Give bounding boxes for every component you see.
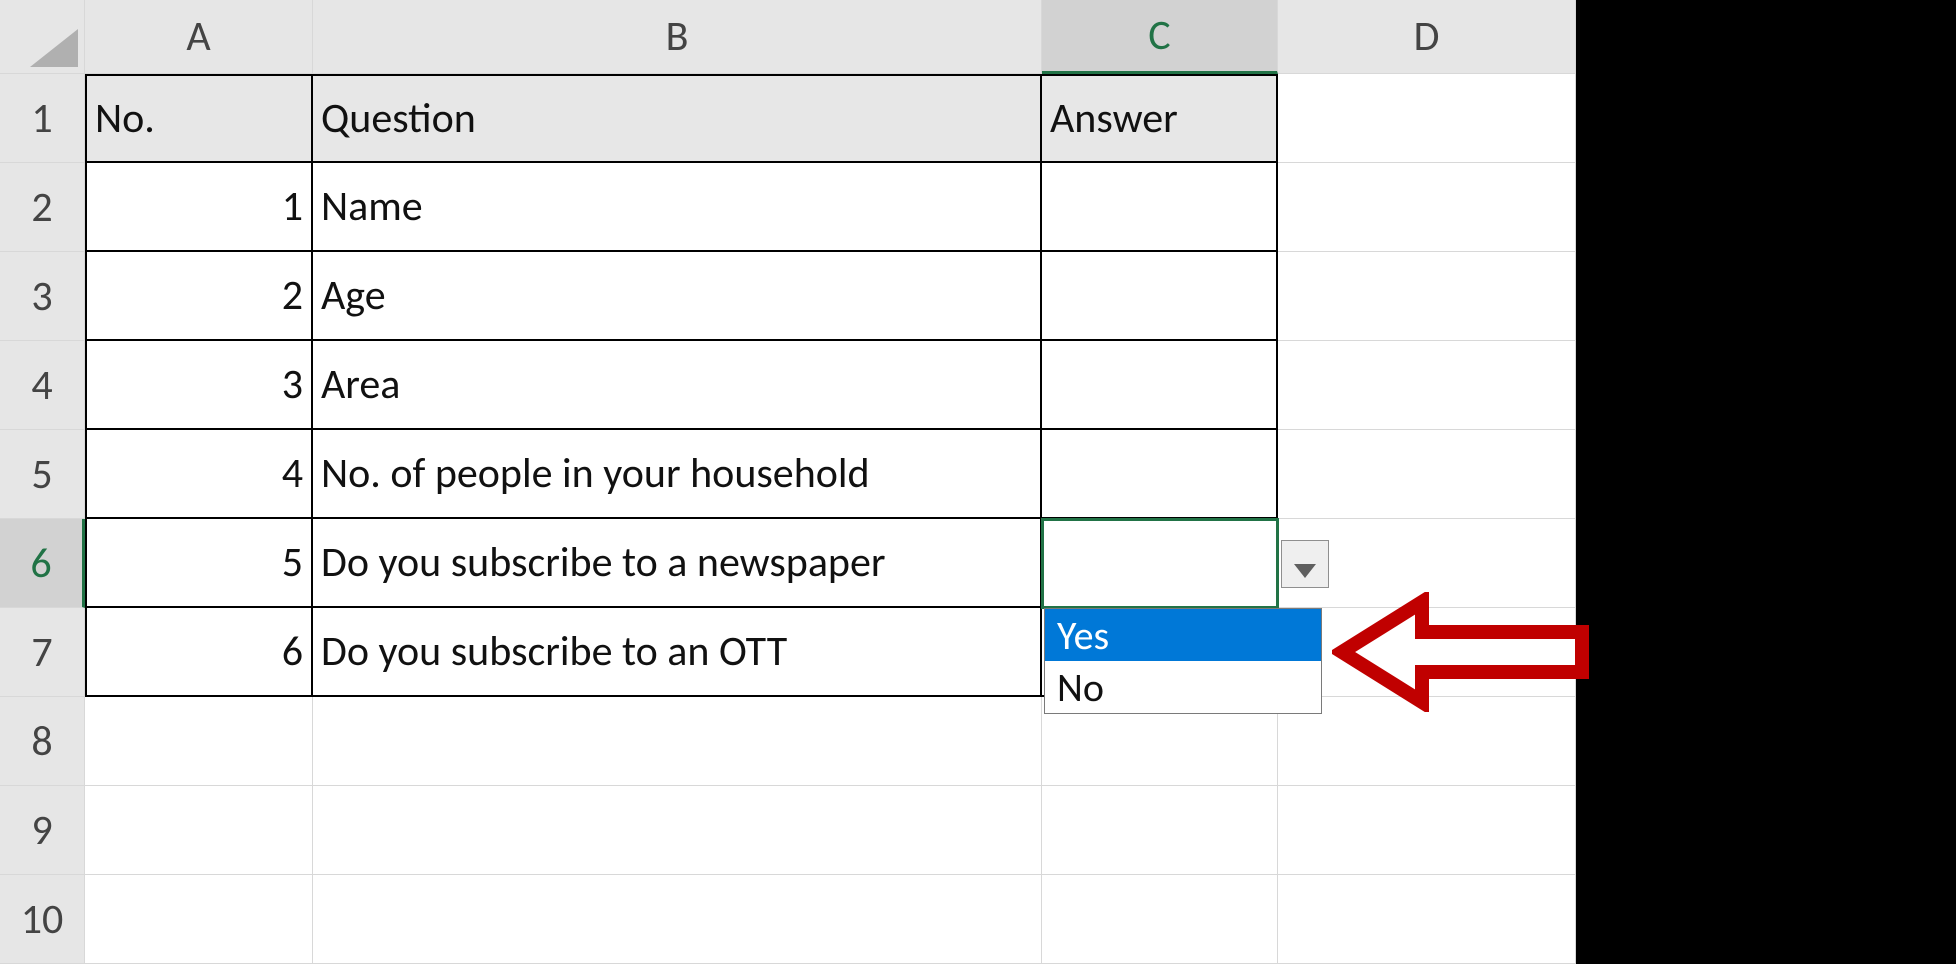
cell-A9[interactable] <box>85 786 313 875</box>
row-header-2[interactable]: 2 <box>0 163 85 252</box>
row-4: 4 3 Area <box>0 341 1576 430</box>
row-header-8[interactable]: 8 <box>0 697 85 786</box>
cell-C3[interactable] <box>1042 252 1278 341</box>
annotation-arrow-icon <box>1332 592 1592 724</box>
cell-A3[interactable]: 2 <box>85 252 313 341</box>
dropdown-option-yes[interactable]: Yes <box>1045 609 1321 661</box>
column-header-row: A B C D <box>0 0 1576 74</box>
row-header-9[interactable]: 9 <box>0 786 85 875</box>
cell-B8[interactable] <box>313 697 1042 786</box>
row-header-7[interactable]: 7 <box>0 608 85 697</box>
chevron-down-icon <box>1294 539 1316 590</box>
row-1: 1 No. Question Answer <box>0 74 1576 163</box>
col-header-A[interactable]: A <box>85 0 313 74</box>
row-5: 5 4 No. of people in your household <box>0 430 1576 519</box>
row-header-6[interactable]: 6 <box>0 519 85 608</box>
row-header-1[interactable]: 1 <box>0 74 85 163</box>
cell-B7[interactable]: Do you subscribe to an OTT <box>313 608 1042 697</box>
cell-C4[interactable] <box>1042 341 1278 430</box>
grid: A B C D 1 No. Question Answer 2 1 Name 3… <box>0 0 1576 964</box>
row-header-3[interactable]: 3 <box>0 252 85 341</box>
row-10: 10 <box>0 875 1576 964</box>
cell-C1[interactable]: Answer <box>1042 74 1278 163</box>
select-all-corner[interactable] <box>0 0 85 74</box>
cell-B6[interactable]: Do you subscribe to a newspaper <box>313 519 1042 608</box>
cell-C9[interactable] <box>1042 786 1278 875</box>
cell-C10[interactable] <box>1042 875 1278 964</box>
cell-C5[interactable] <box>1042 430 1278 519</box>
dropdown-button[interactable] <box>1281 540 1329 588</box>
cell-B3[interactable]: Age <box>313 252 1042 341</box>
row-header-5[interactable]: 5 <box>0 430 85 519</box>
cell-A10[interactable] <box>85 875 313 964</box>
dropdown-option-no[interactable]: No <box>1045 661 1321 713</box>
cell-C6[interactable] <box>1042 519 1278 608</box>
cell-A4[interactable]: 3 <box>85 341 313 430</box>
cell-D9[interactable] <box>1278 786 1576 875</box>
cell-B5[interactable]: No. of people in your household <box>313 430 1042 519</box>
col-header-C[interactable]: C <box>1042 0 1278 74</box>
row-3: 3 2 Age <box>0 252 1576 341</box>
cell-A7[interactable]: 6 <box>85 608 313 697</box>
cell-B9[interactable] <box>313 786 1042 875</box>
cell-A5[interactable]: 4 <box>85 430 313 519</box>
cell-D4[interactable] <box>1278 341 1576 430</box>
cell-B2[interactable]: Name <box>313 163 1042 252</box>
cell-B4[interactable]: Area <box>313 341 1042 430</box>
dropdown-list[interactable]: Yes No <box>1044 608 1322 714</box>
row-header-4[interactable]: 4 <box>0 341 85 430</box>
cell-B1[interactable]: Question <box>313 74 1042 163</box>
row-2: 2 1 Name <box>0 163 1576 252</box>
cell-D2[interactable] <box>1278 163 1576 252</box>
cell-D5[interactable] <box>1278 430 1576 519</box>
col-header-B[interactable]: B <box>313 0 1042 74</box>
cell-A2[interactable]: 1 <box>85 163 313 252</box>
cell-D1[interactable] <box>1278 74 1576 163</box>
cell-D10[interactable] <box>1278 875 1576 964</box>
cell-A8[interactable] <box>85 697 313 786</box>
cell-C2[interactable] <box>1042 163 1278 252</box>
cell-A6[interactable]: 5 <box>85 519 313 608</box>
black-strip <box>1576 0 1956 964</box>
row-9: 9 <box>0 786 1576 875</box>
spreadsheet: A B C D 1 No. Question Answer 2 1 Name 3… <box>0 0 1956 964</box>
cell-D3[interactable] <box>1278 252 1576 341</box>
col-header-D[interactable]: D <box>1278 0 1576 74</box>
cell-A1[interactable]: No. <box>85 74 313 163</box>
row-header-10[interactable]: 10 <box>0 875 85 964</box>
cell-B10[interactable] <box>313 875 1042 964</box>
